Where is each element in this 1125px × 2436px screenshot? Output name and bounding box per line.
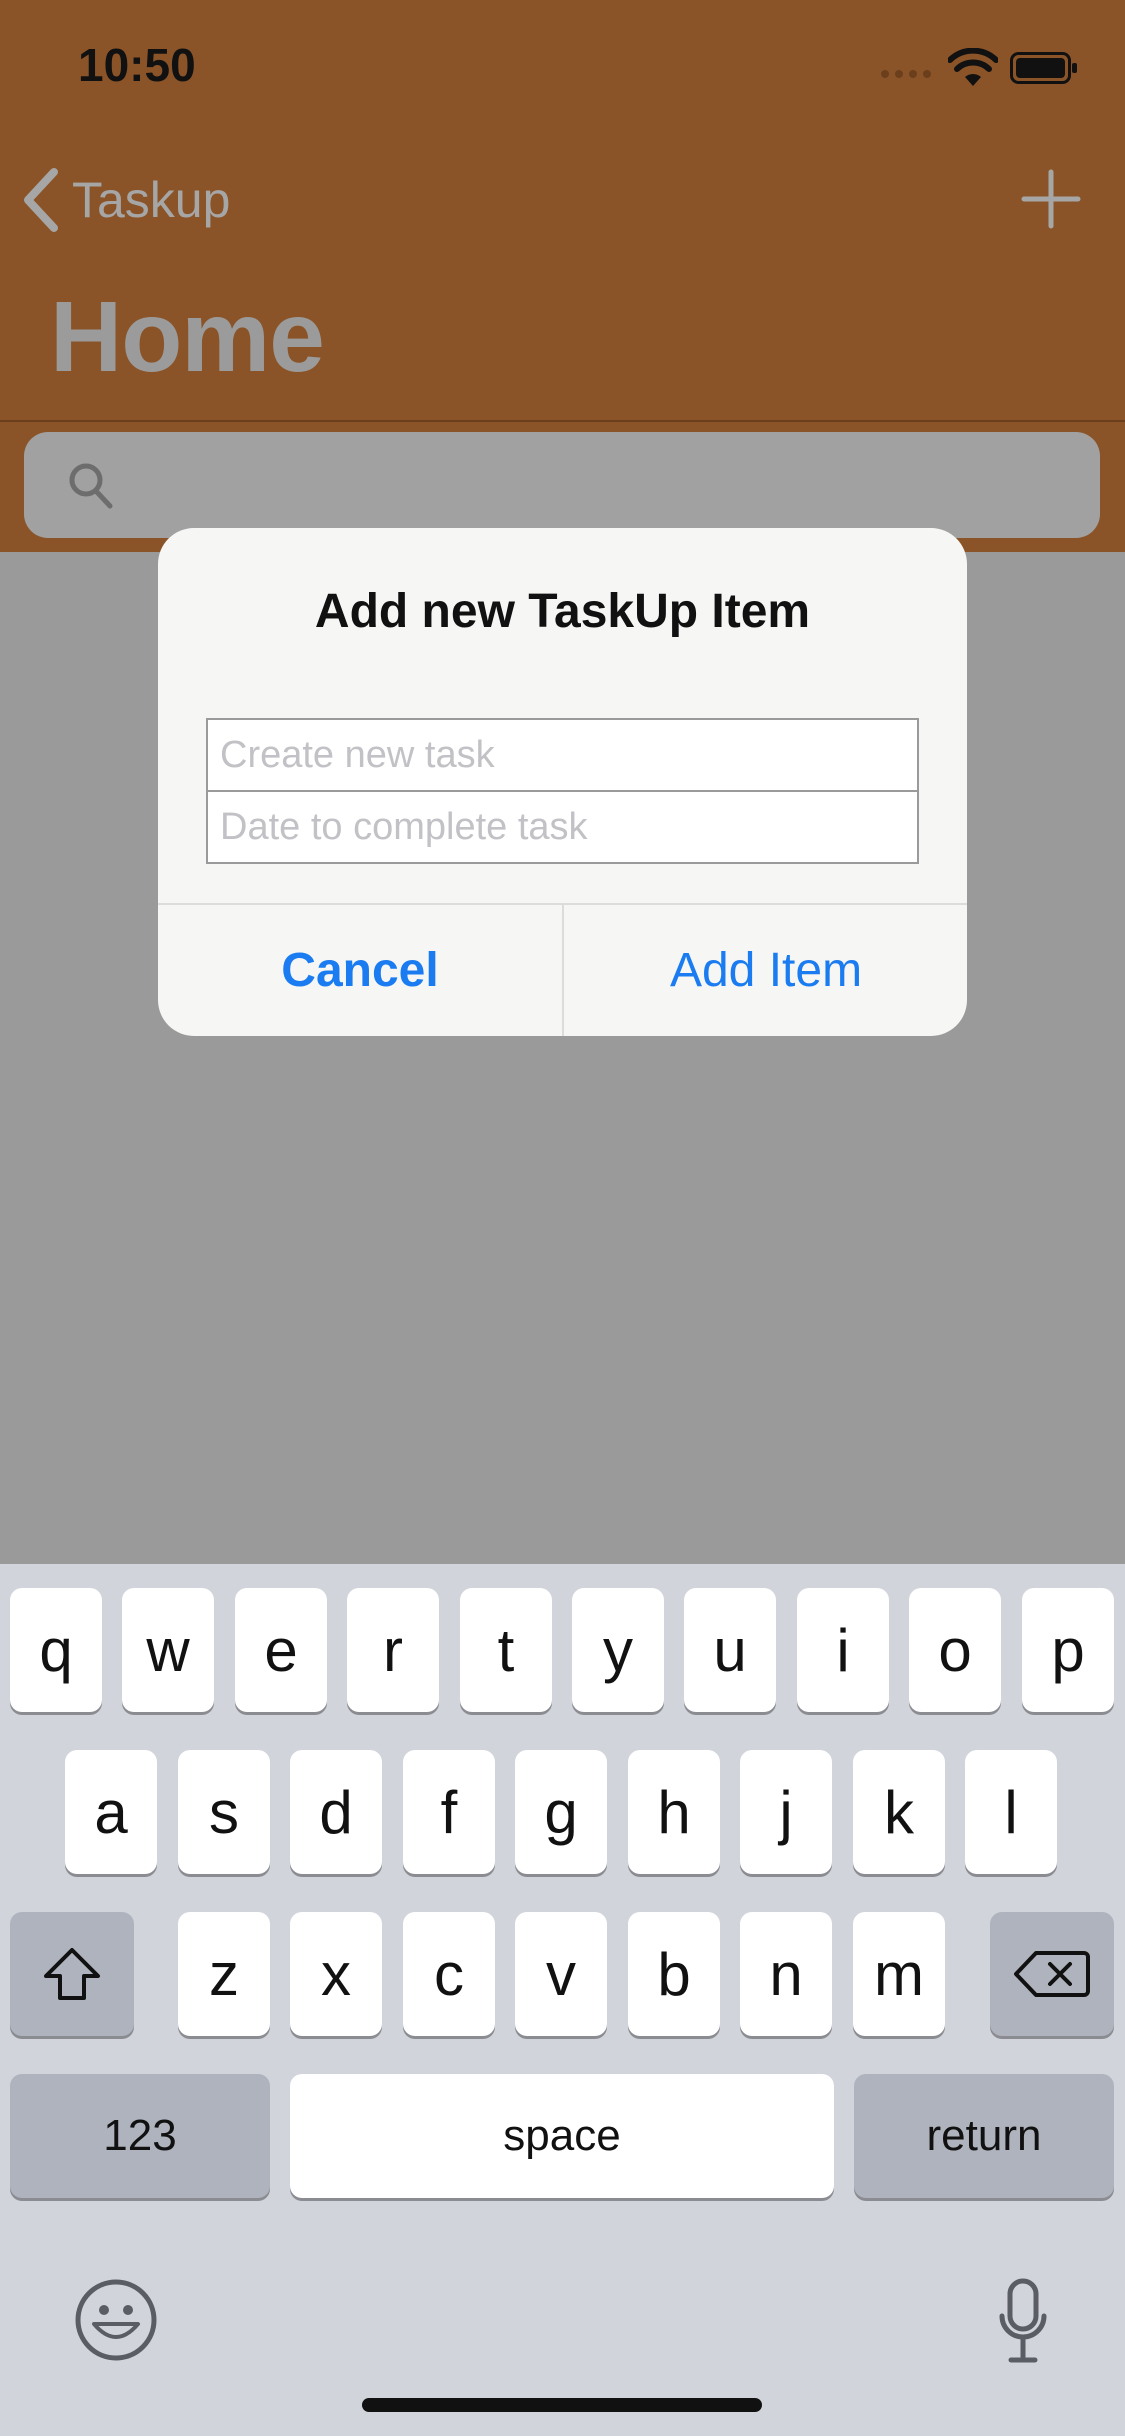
space-key[interactable]: space — [290, 2074, 834, 2198]
key-k[interactable]: k — [853, 1750, 945, 1874]
key-f[interactable]: f — [403, 1750, 495, 1874]
key-o[interactable]: o — [909, 1588, 1001, 1712]
plus-icon[interactable] — [1020, 168, 1082, 230]
key-v[interactable]: v — [515, 1912, 607, 2036]
key-m[interactable]: m — [853, 1912, 945, 2036]
wifi-icon — [948, 48, 998, 86]
signal-icon — [881, 70, 931, 78]
key-d[interactable]: d — [290, 1750, 382, 1874]
key-j[interactable]: j — [740, 1750, 832, 1874]
key-w[interactable]: w — [122, 1588, 214, 1712]
home-indicator — [362, 2398, 762, 2412]
key-z[interactable]: z — [178, 1912, 270, 2036]
key-h[interactable]: h — [628, 1750, 720, 1874]
key-n[interactable]: n — [740, 1912, 832, 2036]
key-a[interactable]: a — [65, 1750, 157, 1874]
back-button[interactable]: Taskup — [22, 160, 230, 240]
header-divider — [0, 420, 1125, 422]
back-chevron-icon — [24, 168, 58, 232]
add-item-dialog: Add new TaskUp Item Cancel Add Item — [158, 528, 967, 1036]
key-b[interactable]: b — [628, 1912, 720, 2036]
key-r[interactable]: r — [347, 1588, 439, 1712]
task-input[interactable] — [208, 720, 917, 792]
key-g[interactable]: g — [515, 1750, 607, 1874]
key-y[interactable]: y — [572, 1588, 664, 1712]
add-item-button[interactable]: Add Item — [564, 905, 967, 1036]
dialog-fields — [206, 718, 919, 864]
delete-icon — [1014, 1951, 1090, 1997]
key-i[interactable]: i — [797, 1588, 889, 1712]
key-x[interactable]: x — [290, 1912, 382, 2036]
date-input[interactable] — [208, 792, 917, 863]
keyboard: q w e r t y u i o p a s d f g h j k l z … — [0, 1564, 1125, 2436]
return-key[interactable]: return — [854, 2074, 1114, 2198]
status-time: 10:50 — [78, 39, 196, 91]
key-t[interactable]: t — [460, 1588, 552, 1712]
battery-icon — [1010, 52, 1077, 84]
search-icon — [69, 463, 113, 509]
key-e[interactable]: e — [235, 1588, 327, 1712]
back-label: Taskup — [72, 172, 231, 228]
cancel-button[interactable]: Cancel — [158, 905, 562, 1036]
key-l[interactable]: l — [965, 1750, 1057, 1874]
emoji-icon[interactable] — [74, 2278, 158, 2362]
mic-icon[interactable] — [998, 2278, 1048, 2364]
dialog-title: Add new TaskUp Item — [314, 585, 811, 638]
numbers-key[interactable]: 123 — [10, 2074, 270, 2198]
search-input[interactable] — [24, 432, 1100, 538]
shift-icon — [44, 1948, 100, 2000]
key-u[interactable]: u — [684, 1588, 776, 1712]
key-q[interactable]: q — [10, 1588, 102, 1712]
key-s[interactable]: s — [178, 1750, 270, 1874]
key-p[interactable]: p — [1022, 1588, 1114, 1712]
shift-key[interactable] — [10, 1912, 134, 2036]
key-c[interactable]: c — [403, 1912, 495, 2036]
delete-key[interactable] — [990, 1912, 1114, 2036]
page-title: Home — [50, 281, 325, 393]
